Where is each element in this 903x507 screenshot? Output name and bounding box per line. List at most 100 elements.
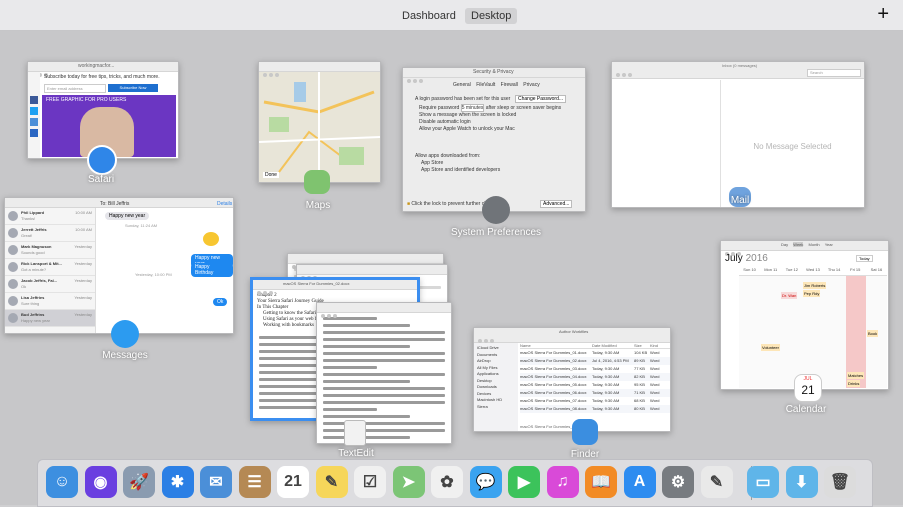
sysprefs-option[interactable]: Allow your Apple Watch to unlock your Ma… [419,126,561,133]
sysprefs-allow-option[interactable]: App Store and identified developers [415,167,500,174]
safari-email-field[interactable]: Enter email address [44,84,106,93]
conversation-item[interactable]: Phil Lippard 10:00 AM Thanks! [5,208,95,225]
calendar-event[interactable]: Dr. Wan [781,292,798,299]
finder-cell-date: Jul 4, 2016, 4:53 PM [592,358,629,363]
dock-finder-icon[interactable]: ☺ [46,466,78,498]
dock-itunes-icon[interactable]: ♫ [546,466,579,498]
conversation-item[interactable]: Lisa Jeffries Yesterday Sure thing [5,293,95,310]
calendar-event[interactable]: Book [867,330,879,337]
finder-toolbar: Author Workfiles [474,328,670,343]
conversation-name: Lisa Jeffries [21,295,45,300]
mail-search-field[interactable]: Search [807,69,861,77]
sysprefs-option[interactable]: Show a message when the screen is locked [419,112,561,119]
mail-message-list[interactable] [612,80,721,207]
textedit-title: macOS Sierra For Dummies_02.docx [283,281,350,286]
dock-notes-icon[interactable]: ✎ [315,466,348,498]
finder-file-row[interactable]: macOS Sierra For Dummies_01.docx Today, 9… [520,349,670,357]
avatar [8,296,18,306]
sysprefs-option[interactable]: Disable automatic login [419,119,561,126]
dock-reminders-icon[interactable]: ☑ [354,466,386,498]
message-bubble: Ok [213,298,228,306]
col-kind[interactable]: Kind [650,343,666,348]
calendar-event[interactable]: Pep Rdy [803,290,821,297]
finder-cell-kind: Word [650,406,660,411]
finder-file-row[interactable]: macOS Sierra For Dummies_02.docx Jul 4, 2… [520,357,670,365]
finder-file-row[interactable]: macOS Sierra For Dummies_04.docx Today, 9… [520,373,670,381]
dock-messages-icon[interactable]: 💬 [469,466,502,498]
finder-cell-kind: Word [650,382,660,387]
calendar-event[interactable]: Volunteer [761,344,780,351]
finder-file-row[interactable]: macOS Sierra For Dummies_06.docx Today, 9… [520,389,670,397]
change-password-button[interactable]: Change Password... [515,95,567,103]
dock-app-store-icon[interactable]: A [623,466,656,498]
dock-launchpad-icon[interactable]: 🚀 [123,466,155,498]
cal-view-year[interactable]: Year [825,242,833,247]
dock-trash-icon[interactable]: 🗑 [824,466,856,498]
sysprefs-tab-privacy[interactable]: Privacy [523,82,539,88]
sysprefs-allow-option[interactable]: App Store [415,160,500,167]
add-space-button[interactable]: + [877,3,889,26]
textedit-window-front[interactable] [316,302,452,444]
sysprefs-toolbar: Security & Privacy [403,68,585,83]
calendar-event[interactable]: Jim Roberts [803,282,827,289]
dock-maps-icon[interactable]: ➤ [392,466,425,498]
finder-window[interactable]: Author Workfiles iCloud Drive Documents Ai… [473,327,671,432]
col-size[interactable]: Size [634,343,650,348]
dock-ibooks-icon[interactable]: 📖 [585,466,617,498]
dock-downloads-icon[interactable]: ⬇ [785,466,818,498]
maps-window[interactable]: Done [258,61,381,183]
textedit-toolbar: macOS Sierra For Dummies_02.docx [253,280,417,295]
avatar [8,211,18,221]
sysprefs-tab-general[interactable]: General [453,82,471,88]
messages-details-button[interactable]: Details [217,201,232,207]
finder-file-row[interactable]: macOS Sierra For Dummies_08.docx Today, 9… [520,405,670,413]
dock-calendar-icon[interactable]: 21 [277,466,309,498]
dock-photos-icon[interactable]: ✿ [431,466,463,498]
dock-siri-icon[interactable]: ◉ [84,466,117,498]
sysprefs-tab-firewall[interactable]: Firewall [501,82,518,88]
conversation-item[interactable]: Rick Lansport & Mit... Yesterday Got a min… [5,259,95,276]
maps-done-button[interactable]: Done [263,172,279,178]
advanced-button[interactable]: Advanced... [540,200,573,208]
conversation-item[interactable]: Jacob Jeffris, Fal... Yesterday Ok [5,276,95,293]
finder-file-row[interactable]: macOS Sierra For Dummies_07.docx Today, 9… [520,397,670,405]
conversation-item[interactable]: Jerrett Jeffris 10:00 AM Great! [5,225,95,242]
finder-file-row[interactable]: macOS Sierra For Dummies_05.docx Today, 9… [520,381,670,389]
messages-window[interactable]: Phil Lippard 10:00 AM Thanks! Jerrett Jeffr… [4,197,234,334]
dock-applications-folder-icon[interactable]: ▭ [747,466,779,498]
dock-textedit-icon[interactable]: ✎ [700,466,733,498]
conversation-item[interactable]: Bud Jeffrins Yesterday Happy new year [5,310,95,327]
dock-system-preferences-icon[interactable]: ⚙ [662,466,694,498]
cal-view-week[interactable]: Week [793,242,804,247]
system-preferences-label: System Preferences [450,227,542,238]
avatar [8,279,18,289]
cal-view-day[interactable]: Day [781,242,788,247]
dock-facetime-icon[interactable]: ▶ [508,466,540,498]
system-preferences-window[interactable]: Security & Privacy General FileVault Fir… [402,67,586,212]
space-dashboard[interactable]: Dashboard [396,8,462,24]
finder-sidebar-item[interactable]: Sierra [477,404,515,411]
safari-subscribe-button[interactable]: Subscribe Now [108,84,158,92]
col-date[interactable]: Date Modified [592,343,634,348]
conversation-item[interactable]: Mark Magnuson Yesterday Sounds good [5,242,95,259]
space-desktop[interactable]: Desktop [465,8,518,24]
finder-list: Name Date Modified Size Kind macOS Sierr… [520,343,670,413]
finder-file-row[interactable]: macOS Sierra For Dummies_03.docx Today, 9… [520,365,670,373]
mail-window[interactable]: Inbox (0 messages) Search No Message Sel… [611,61,865,208]
col-name[interactable]: Name [520,343,592,348]
cal-view-month[interactable]: Month [809,242,820,247]
calendar-event[interactable]: Drinks [847,380,861,387]
calendar-grid[interactable]: Dr. Wan Jim Roberts Pep Rdy Volunteer Bo… [739,275,887,388]
require-password-select[interactable]: 5 minutes [460,104,485,112]
sysprefs-tab-filevault[interactable]: FileVault [476,82,495,88]
safari-toolbar: workingmacfor... [28,62,178,77]
sysprefs-option[interactable]: Require password [419,105,459,111]
textedit-icon [344,420,366,446]
calendar-today-button[interactable]: Today [856,255,873,262]
calendar-event[interactable]: Matches [847,372,865,379]
calendar-window[interactable]: Day Week Month Year July 2016 Today Sun … [720,240,889,390]
dock-mail-icon[interactable]: ✉ [200,466,232,498]
dock-safari-icon[interactable]: ✱ [161,466,194,498]
conversation-preview: Happy new year [21,318,50,323]
dock-contacts-icon[interactable]: ☰ [238,466,271,498]
